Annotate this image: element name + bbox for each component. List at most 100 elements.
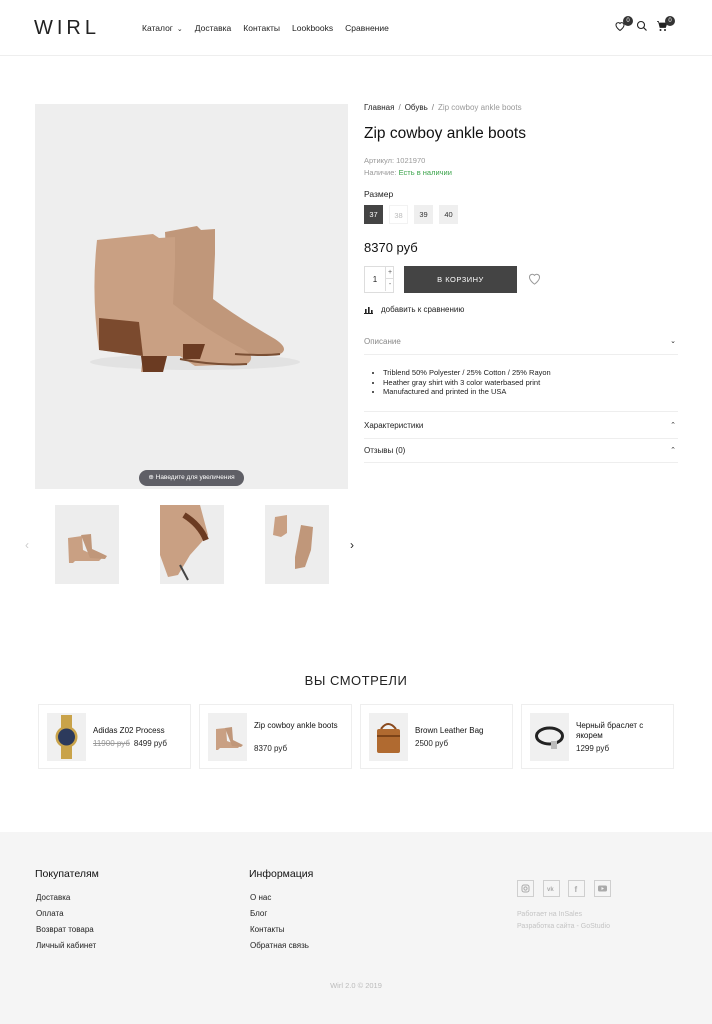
nav-delivery[interactable]: Доставка	[195, 23, 232, 33]
accordion-characteristics[interactable]: Характеристики ⌃	[364, 421, 678, 439]
size-option-38[interactable]: 38	[389, 205, 408, 224]
wishlist-count: 0	[623, 16, 633, 26]
breadcrumb-current: Zip cowboy ankle boots	[437, 103, 522, 112]
breadcrumb-separator: /	[398, 103, 401, 112]
current-price: 8499 руб	[133, 739, 167, 748]
thumbnail-2[interactable]	[160, 505, 224, 584]
youtube-icon[interactable]	[594, 880, 611, 897]
stock-status: Наличие: Есть в наличии	[364, 168, 452, 177]
svg-text:vk: vk	[547, 887, 554, 893]
footer-link-contacts[interactable]: Контакты	[250, 925, 285, 934]
viewed-card[interactable]: Черный браслет с якорем 1299 руб	[521, 704, 674, 769]
product-thumbnail	[369, 713, 408, 761]
search-button[interactable]	[636, 20, 650, 34]
footer-link-about[interactable]: О нас	[250, 893, 271, 902]
viewed-name: Adidas Z02 Process	[93, 726, 165, 735]
search-icon	[636, 20, 647, 31]
watch-image	[55, 715, 78, 759]
facebook-icon[interactable]: f	[568, 880, 585, 897]
bracelet-image	[535, 726, 564, 749]
boot-zipper-thumbnail-image	[160, 505, 209, 581]
stock-value: Есть в наличии	[398, 168, 452, 177]
product-main-image[interactable]	[35, 104, 348, 489]
add-to-cart-button[interactable]: В КОРЗИНУ	[404, 266, 517, 293]
footer-link-feedback[interactable]: Обратная связь	[250, 941, 309, 950]
wishlist-button[interactable]: 0	[614, 16, 633, 34]
chevron-up-icon: ⌃	[670, 422, 676, 429]
zoom-hint: ⊕ Наведите для увеличения	[139, 470, 244, 486]
footer-buyers-title: Покупателям	[35, 868, 99, 880]
viewed-card[interactable]: Zip cowboy ankle boots 8370 руб	[199, 704, 352, 769]
chevron-left-icon[interactable]: ‹	[25, 538, 29, 552]
vk-icon[interactable]: vk	[543, 880, 560, 897]
viewed-price: 11900 руб 8499 руб	[93, 739, 167, 748]
viewed-price: 8370 руб	[254, 744, 288, 753]
accordion-characteristics-label: Характеристики	[364, 421, 424, 430]
size-option-37[interactable]: 37	[364, 205, 383, 224]
cart-count: 0	[665, 16, 675, 26]
accordion-description-label: Описание	[364, 337, 401, 346]
bar-chart-icon	[364, 306, 373, 314]
quantity-input[interactable]: 1	[365, 267, 385, 292]
footer-info-title: Информация	[249, 868, 314, 880]
viewed-section-title: ВЫ СМОТРЕЛИ	[304, 673, 408, 688]
developer-credit[interactable]: Разработка сайта - GoStudio	[517, 923, 610, 930]
viewed-name: Brown Leather Bag	[415, 726, 484, 735]
accordion-description[interactable]: Описание ⌄	[364, 337, 678, 355]
description-list: Triblend 50% Polyester / 25% Cotton / 25…	[383, 368, 551, 397]
viewed-card[interactable]: Adidas Z02 Process 11900 руб 8499 руб	[38, 704, 191, 769]
footer-link-delivery[interactable]: Доставка	[36, 893, 70, 902]
accordion-reviews-label: Отзывы (0)	[364, 446, 406, 455]
breadcrumb-separator: /	[431, 103, 434, 112]
divider	[364, 411, 678, 412]
footer-link-payment[interactable]: Оплата	[36, 909, 64, 918]
product-title: Zip cowboy ankle boots	[364, 125, 526, 142]
footer-link-account[interactable]: Личный кабинет	[36, 941, 96, 950]
size-label: Размер	[364, 189, 394, 199]
old-price: 11900 руб	[93, 739, 130, 748]
size-option-40[interactable]: 40	[439, 205, 458, 224]
description-item: Manufactured and printed in the USA	[383, 387, 551, 397]
size-option-39[interactable]: 39	[414, 205, 433, 224]
quantity-stepper: 1 + -	[364, 266, 394, 293]
compare-label: добавить к сравнению	[381, 305, 465, 314]
nav-compare[interactable]: Сравнение	[345, 23, 389, 33]
site-header: WIRL Каталог ⌄ Доставка Контакты Lookbook…	[0, 0, 712, 56]
logo[interactable]: WIRL	[34, 17, 100, 40]
add-to-compare-link[interactable]: добавить к сравнению	[364, 305, 464, 314]
powered-by[interactable]: Работает на InSales	[517, 911, 582, 918]
ankle-boots-image	[90, 226, 300, 372]
accordion-reviews[interactable]: Отзывы (0) ⌃	[364, 446, 678, 463]
thumbnail-3[interactable]	[265, 505, 329, 584]
chevron-right-icon[interactable]: ›	[350, 538, 354, 552]
viewed-price: 1299 руб	[576, 744, 610, 753]
breadcrumb-shoes[interactable]: Обувь	[405, 103, 428, 112]
quantity-minus-button[interactable]: -	[385, 279, 394, 291]
nav-catalog[interactable]: Каталог ⌄	[142, 23, 183, 33]
instagram-icon[interactable]	[517, 880, 534, 897]
stock-label: Наличие:	[364, 168, 397, 177]
breadcrumb: Главная / Обувь / Zip cowboy ankle boots	[364, 103, 522, 112]
quantity-plus-button[interactable]: +	[385, 267, 394, 279]
copyright: Wirl 2.0 © 2019	[330, 981, 382, 990]
viewed-card[interactable]: Brown Leather Bag 2500 руб	[360, 704, 513, 769]
viewed-name: Черный браслет с якорем	[576, 721, 644, 740]
chevron-up-icon: ⌃	[670, 447, 676, 454]
description-item: Triblend 50% Polyester / 25% Cotton / 25…	[383, 368, 551, 378]
heart-icon	[529, 273, 540, 285]
nav-lookbooks[interactable]: Lookbooks	[292, 23, 333, 33]
size-selector: 37 38 39 40	[364, 205, 458, 224]
boots-thumbnail-image	[68, 534, 107, 563]
cart-button[interactable]: 0	[656, 16, 675, 34]
nav-contacts[interactable]: Контакты	[243, 23, 280, 33]
footer-link-returns[interactable]: Возврат товара	[36, 925, 94, 934]
nav-catalog-label: Каталог	[142, 23, 173, 33]
add-to-wishlist-button[interactable]	[527, 271, 543, 287]
bag-image	[377, 723, 400, 753]
footer-link-blog[interactable]: Блог	[250, 909, 267, 918]
breadcrumb-home[interactable]: Главная	[364, 103, 394, 112]
description-item: Heather gray shirt with 3 color waterbas…	[383, 378, 551, 388]
product-sku: Артикул: 1021970	[364, 156, 426, 165]
boots-angle-thumbnail-image	[273, 515, 313, 569]
thumbnail-1[interactable]	[55, 505, 119, 584]
